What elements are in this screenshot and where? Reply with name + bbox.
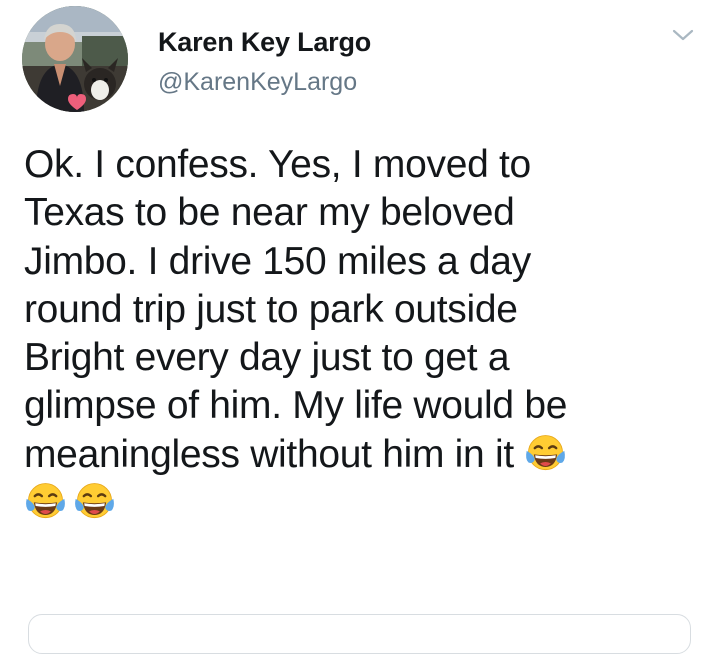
display-name[interactable]: Karen Key Largo xyxy=(158,27,371,58)
tweet-emoji-line xyxy=(24,479,704,527)
quoted-card[interactable] xyxy=(28,614,691,654)
tweet-text-line: Bright every day just to get a xyxy=(24,336,510,380)
chevron-down-icon[interactable] xyxy=(668,22,698,46)
face-with-tears-of-joy-icon xyxy=(24,480,67,523)
avatar[interactable] xyxy=(22,6,128,112)
face-with-tears-of-joy-icon xyxy=(73,480,116,523)
face-with-tears-of-joy-icon xyxy=(524,432,567,475)
tweet-text-line: Ok. I confess. Yes, I moved to xyxy=(24,143,531,186)
tweet-text-line-with-emoji: meaningless without him in it xyxy=(24,431,704,479)
tweet-text: Ok. I confess. Yes, I moved to Texas to … xyxy=(24,141,704,527)
tweet-text-line: Texas to be near my beloved xyxy=(24,191,515,235)
tweet-text-line: round trip just to park outside xyxy=(24,287,518,331)
tweet-text-line: Jimbo. I drive 150 miles a day xyxy=(24,239,531,283)
user-handle[interactable]: @KarenKeyLargo xyxy=(158,68,357,97)
profile-photo-icon xyxy=(22,6,128,112)
tweet-card: Karen Key Largo @KarenKeyLargo Ok. I con… xyxy=(0,0,719,654)
tweet-text-line: meaningless without him in it xyxy=(24,432,514,476)
tweet-text-line: glimpse of him. My life would be xyxy=(24,384,568,428)
